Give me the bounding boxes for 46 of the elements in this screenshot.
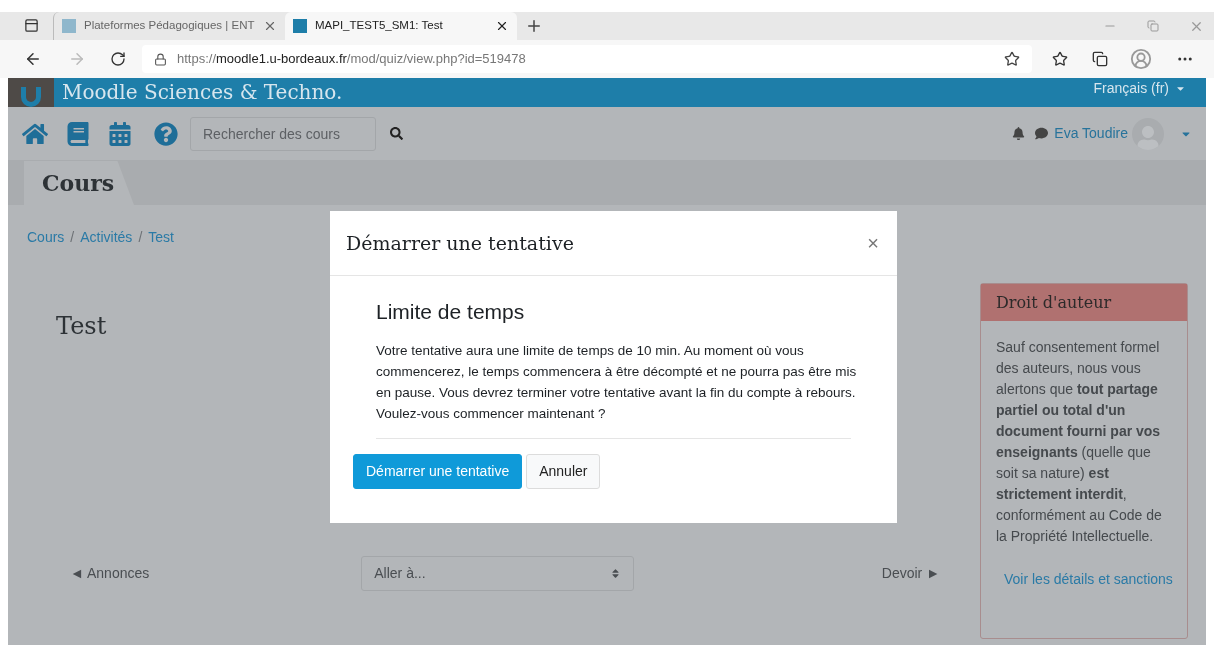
breadcrumb-link[interactable]: Test — [148, 227, 174, 248]
reload-icon[interactable] — [110, 51, 126, 67]
close-button[interactable]: × — [867, 228, 879, 258]
add-favorite-icon[interactable] — [1004, 51, 1020, 67]
sort-arrows-icon — [610, 568, 622, 579]
close-tab-icon[interactable] — [495, 19, 509, 33]
url-text: https://moodle1.u-bordeaux.fr/mod/quiz/view.php?id=519478 — [177, 50, 526, 69]
cancel-button[interactable]: Annuler — [526, 453, 601, 489]
language-menu[interactable]: Français (fr) — [1093, 78, 1186, 99]
page-heading: Test — [56, 311, 107, 342]
site-title: Moodle Sciences & Techno. — [62, 79, 343, 106]
jump-select[interactable]: Aller à... — [361, 556, 635, 591]
breadcrumb-separator: / — [138, 228, 143, 247]
notifications-icon[interactable] — [1012, 127, 1026, 140]
browser-tab[interactable]: MAPI_TEST5_SM1: Test — [285, 12, 517, 40]
tab-actions-icon[interactable] — [24, 18, 39, 33]
breadcrumb-link[interactable]: Cours — [27, 227, 65, 248]
block-text: Sauf consentement formel des auteurs, nous vous alertons que tout partage partiel ou total d'un document fourni par vos enseignants (quelle que soit sa nature) est strictement interdit, conformément au Code de la Propriété Intellectuelle. — [995, 338, 1163, 546]
tab-title: MAPI_TEST5_SM1: Test — [315, 18, 444, 34]
breadcrumb-link[interactable]: Activités — [80, 227, 133, 248]
back-icon[interactable] — [24, 50, 42, 68]
favicon-icon — [62, 19, 76, 33]
breadcrumb-separator: / — [70, 228, 75, 247]
calendar-icon[interactable] — [108, 121, 132, 146]
book-icon[interactable] — [66, 121, 90, 146]
user-name[interactable]: Eva Toudire — [1054, 123, 1128, 144]
profile-icon[interactable] — [1130, 48, 1152, 70]
address-field[interactable]: https://moodle1.u-bordeaux.fr/mod/quiz/view.php?id=519478 — [142, 45, 1032, 73]
next-activity-link[interactable]: Devoir ► — [881, 563, 940, 584]
collections-icon[interactable] — [1092, 51, 1108, 67]
favorites-icon[interactable] — [1052, 51, 1068, 67]
search-field[interactable]: Rechercher des cours — [190, 116, 376, 151]
lock-icon — [154, 52, 167, 66]
previous-activity-link[interactable]: ◄ Annonces — [70, 563, 150, 584]
start-attempt-button[interactable]: Démarrer une tentative — [353, 453, 523, 489]
block-title: Droit d'auteur — [996, 291, 1112, 314]
dialog-title: Démarrer une tentative — [346, 230, 575, 256]
favicon-icon — [293, 19, 307, 33]
new-tab-icon[interactable] — [525, 17, 543, 35]
details-link[interactable]: Voir les détails et sanctions — [1004, 569, 1187, 590]
messages-icon[interactable] — [1035, 127, 1049, 140]
search-icon[interactable] — [390, 127, 403, 140]
tab-title: Plateformes Pédagogiques | ENT — [84, 18, 255, 34]
help-icon[interactable] — [154, 121, 178, 146]
dialog-subtitle: Limite de temps — [376, 299, 526, 325]
dialog-message: Votre tentative aura une limite de temps de 10 min. Au moment où vous commencerez, le temps commencera à être décompté et ne pourra pas être mis en pause. Vous devrez terminer votre tentative avant la fin du compte à rebours. Voulez-vous commencer maintenant ? — [376, 341, 858, 423]
